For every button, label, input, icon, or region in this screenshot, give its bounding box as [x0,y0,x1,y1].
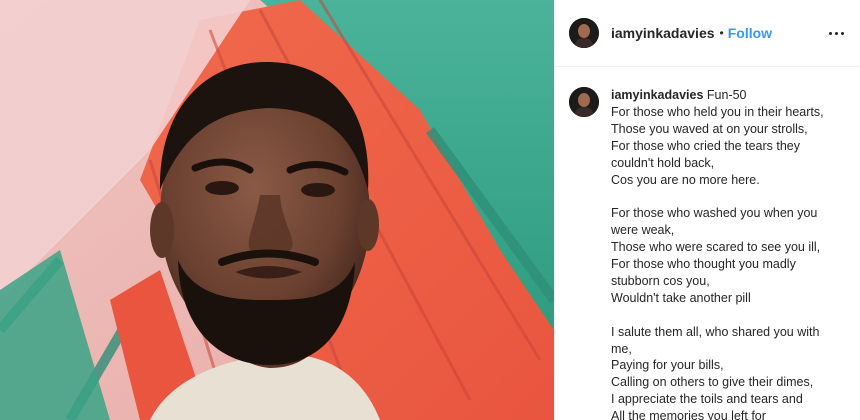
more-dot [835,31,838,35]
caption-lines: For those who held you in their hearts, T… [611,104,846,420]
caption-line: Calling on others to give their dimes, [611,375,814,390]
avatar[interactable] [569,18,599,48]
caption-text: iamyinkadavies Fun-50 For those who held… [611,87,846,420]
more-dot [841,31,844,35]
caption-line: me, [611,341,632,356]
caption-comment: iamyinkadavies Fun-50 For those who held… [555,67,860,420]
caption-line: Paying for your bills, [611,358,724,373]
caption-line: For those who thought you madly [611,257,796,272]
caption-line: stubborn cos you, [611,273,710,288]
avatar-image-icon [569,87,599,117]
caption-line: I salute them all, who shared you with [611,324,820,339]
caption-title: Fun-50 [706,88,747,102]
caption-line: All the memories you left for [611,409,766,420]
caption-line: were weak, [611,223,675,238]
post-image[interactable] [0,0,554,420]
caption-line: Wouldn't take another pill [611,290,751,305]
caption-line: For those who held you in their hearts, [611,104,824,119]
avatar[interactable] [569,87,599,117]
caption-line: For those who cried the tears they [611,138,800,153]
caption-line: Those who were scared to see you ill, [611,240,821,255]
caption-line [611,188,846,205]
follow-button[interactable]: Follow [728,25,772,41]
caption-line: Cos you are no more here. [611,172,760,187]
comments-panel: iamyinkadavies • Follow iamyinkadavies F… [555,0,860,420]
caption-line: For those who washed you when you [611,206,818,221]
caption-line: couldn't hold back, [611,155,715,170]
header-username[interactable]: iamyinkadavies [611,25,715,41]
more-dot [829,31,832,35]
caption-first-line: iamyinkadavies Fun-50 [611,87,846,104]
header-separator: • [719,26,724,40]
caption-username[interactable]: iamyinkadavies [611,88,703,102]
caption-line: I appreciate the toils and tears and [611,392,803,407]
caption-line [611,307,846,324]
more-options-icon[interactable] [827,26,846,41]
post-photo [0,0,554,420]
caption-line: Those you waved at on your strolls, [611,121,808,136]
post-header: iamyinkadavies • Follow [555,0,860,67]
avatar-image-icon [569,18,599,48]
